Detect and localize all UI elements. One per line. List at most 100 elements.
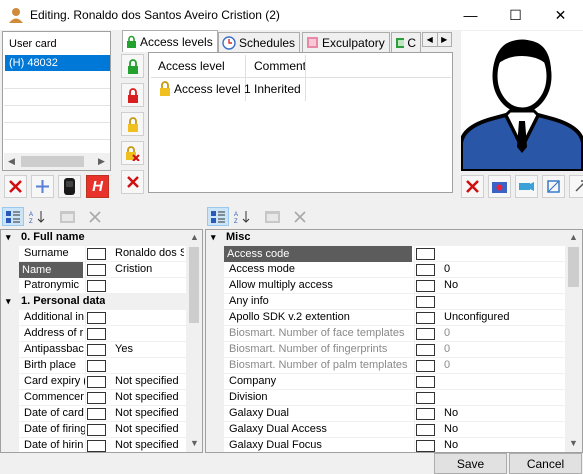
property-value[interactable]: Not specified — [115, 407, 184, 419]
property-row[interactable]: Date of firing Not specified — [1, 422, 186, 438]
value-editor-box[interactable] — [87, 440, 106, 452]
left-property-grid[interactable]: ▾ 0. Full name Surname Ronaldo dos S Name Cri… — [0, 229, 203, 453]
save-button[interactable]: Save — [434, 453, 507, 474]
value-editor-box[interactable] — [416, 344, 435, 356]
property-value[interactable]: Not specified — [115, 375, 184, 387]
property-row[interactable]: Access mode 0 — [206, 262, 565, 278]
property-value[interactable]: Ronaldo dos S — [115, 247, 184, 259]
property-row[interactable]: Access code — [206, 246, 565, 262]
user-card-list[interactable]: User card (H) 48032 ◀ ▶ — [2, 31, 111, 171]
lock-yellow-button[interactable] — [121, 112, 144, 136]
property-value[interactable]: No — [444, 279, 563, 291]
value-editor-box[interactable] — [416, 408, 435, 420]
property-value[interactable]: No — [444, 423, 563, 435]
add-card-button[interactable] — [31, 175, 54, 198]
categorized-button[interactable] — [207, 207, 229, 226]
property-category[interactable]: ▾ Misc — [206, 230, 565, 246]
value-editor-box[interactable] — [416, 264, 435, 276]
value-editor-box[interactable] — [416, 248, 435, 260]
table-row[interactable]: Access level 1 Inherited — [151, 79, 451, 97]
crop-button[interactable] — [542, 175, 565, 198]
property-value[interactable]: Unconfigured — [444, 311, 563, 323]
property-row[interactable]: Name Cristion — [1, 262, 186, 278]
property-row[interactable]: Patronymic — [1, 278, 186, 294]
value-editor-box[interactable] — [416, 392, 435, 404]
close-button[interactable]: ✕ — [538, 0, 583, 30]
collapse-chevron-icon[interactable]: ▾ — [6, 296, 11, 307]
property-category[interactable]: ▾ 0. Full name — [1, 230, 186, 246]
value-editor-box[interactable] — [87, 344, 106, 356]
property-value[interactable]: Not specified — [115, 391, 184, 403]
value-editor-box[interactable] — [87, 424, 106, 436]
property-value[interactable]: No — [444, 439, 563, 451]
cancel-button[interactable]: Cancel — [509, 453, 582, 474]
property-row[interactable]: Biosmart. Number of palm templates 0 — [206, 358, 565, 374]
remove-access-button[interactable] — [121, 170, 144, 194]
property-row[interactable]: Card expiry (Not specified — [1, 374, 186, 390]
property-row[interactable]: Surname Ronaldo dos S — [1, 246, 186, 262]
lock-remove-button[interactable] — [121, 141, 144, 165]
value-editor-box[interactable] — [87, 280, 106, 292]
value-editor-box[interactable] — [416, 376, 435, 388]
lock-green-button[interactable] — [121, 54, 144, 78]
property-row[interactable]: Biosmart. Number of face templates 0 — [206, 326, 565, 342]
load-photo-button[interactable] — [488, 175, 511, 198]
property-value[interactable]: Not specified — [115, 423, 184, 435]
value-editor-box[interactable] — [416, 440, 435, 452]
scroll-down-icon[interactable]: ▼ — [569, 438, 578, 448]
column-header-comment[interactable]: Comment — [254, 59, 306, 73]
hid-button[interactable]: H — [86, 175, 109, 198]
right-grid-vscrollbar[interactable]: ▲ ▼ — [565, 230, 582, 452]
scroll-right-icon[interactable]: ▶ — [98, 156, 105, 167]
property-value[interactable]: 0 — [444, 359, 563, 371]
property-row[interactable]: Birth place — [1, 358, 186, 374]
value-editor-box[interactable] — [416, 328, 435, 340]
property-row[interactable]: Galaxy Dual No — [206, 406, 565, 422]
right-property-grid[interactable]: ▾ Misc Access code Access mode 0 Allow multip… — [205, 229, 583, 453]
value-editor-box[interactable] — [87, 264, 106, 276]
column-header-access-level[interactable]: Access level — [158, 59, 225, 73]
property-row[interactable]: Address of r — [1, 326, 186, 342]
left-grid-vscrollbar[interactable]: ▲ ▼ — [186, 230, 202, 452]
minimize-button[interactable]: — — [448, 0, 493, 30]
property-row[interactable]: Commencer Not specified — [1, 390, 186, 406]
scroll-down-icon[interactable]: ▼ — [190, 438, 199, 448]
tab-schedules[interactable]: Schedules — [218, 32, 301, 52]
alphabetical-button[interactable]: AZ — [232, 207, 254, 226]
collapse-chevron-icon[interactable]: ▾ — [211, 232, 216, 243]
value-editor-box[interactable] — [87, 376, 106, 388]
property-row[interactable]: Company — [206, 374, 565, 390]
value-editor-box[interactable] — [87, 360, 106, 372]
tab-scroll-left-icon[interactable]: ◀ — [423, 33, 438, 46]
value-editor-box[interactable] — [416, 360, 435, 372]
value-editor-box[interactable] — [87, 392, 106, 404]
property-value[interactable]: No — [444, 407, 563, 419]
alphabetical-button[interactable]: AZ — [27, 207, 49, 226]
lock-red-button[interactable] — [121, 83, 144, 107]
scroll-thumb[interactable] — [568, 247, 579, 287]
value-editor-box[interactable] — [416, 312, 435, 324]
property-value[interactable]: 0 — [444, 263, 563, 275]
tab-access-levels[interactable]: Access levels — [122, 30, 218, 52]
user-photo[interactable] — [459, 31, 583, 173]
delete-card-button[interactable] — [4, 175, 27, 198]
value-editor-box[interactable] — [416, 424, 435, 436]
value-editor-box[interactable] — [416, 280, 435, 292]
scroll-up-icon[interactable]: ▲ — [190, 232, 199, 242]
collapse-chevron-icon[interactable]: ▾ — [6, 232, 11, 243]
property-row[interactable]: Any info — [206, 294, 565, 310]
property-row[interactable]: Date of hirin Not specified — [1, 438, 186, 452]
categorized-button[interactable] — [2, 207, 24, 226]
user-card-hscrollbar[interactable]: ◀ ▶ — [4, 153, 110, 170]
property-row[interactable]: Antipassbac Yes — [1, 342, 186, 358]
property-row[interactable]: Galaxy Dual Access No — [206, 422, 565, 438]
scroll-up-icon[interactable]: ▲ — [569, 232, 578, 242]
card-reader-button[interactable] — [58, 175, 81, 198]
property-category[interactable]: ▾ 1. Personal data — [1, 294, 186, 310]
property-value[interactable]: Yes — [115, 343, 184, 355]
tab-exculpatory[interactable]: Exculpatory — [302, 32, 390, 52]
scroll-thumb[interactable] — [189, 247, 199, 323]
property-value[interactable]: Cristion — [115, 263, 184, 275]
scroll-left-icon[interactable]: ◀ — [8, 156, 15, 167]
scroll-thumb[interactable] — [21, 156, 84, 167]
